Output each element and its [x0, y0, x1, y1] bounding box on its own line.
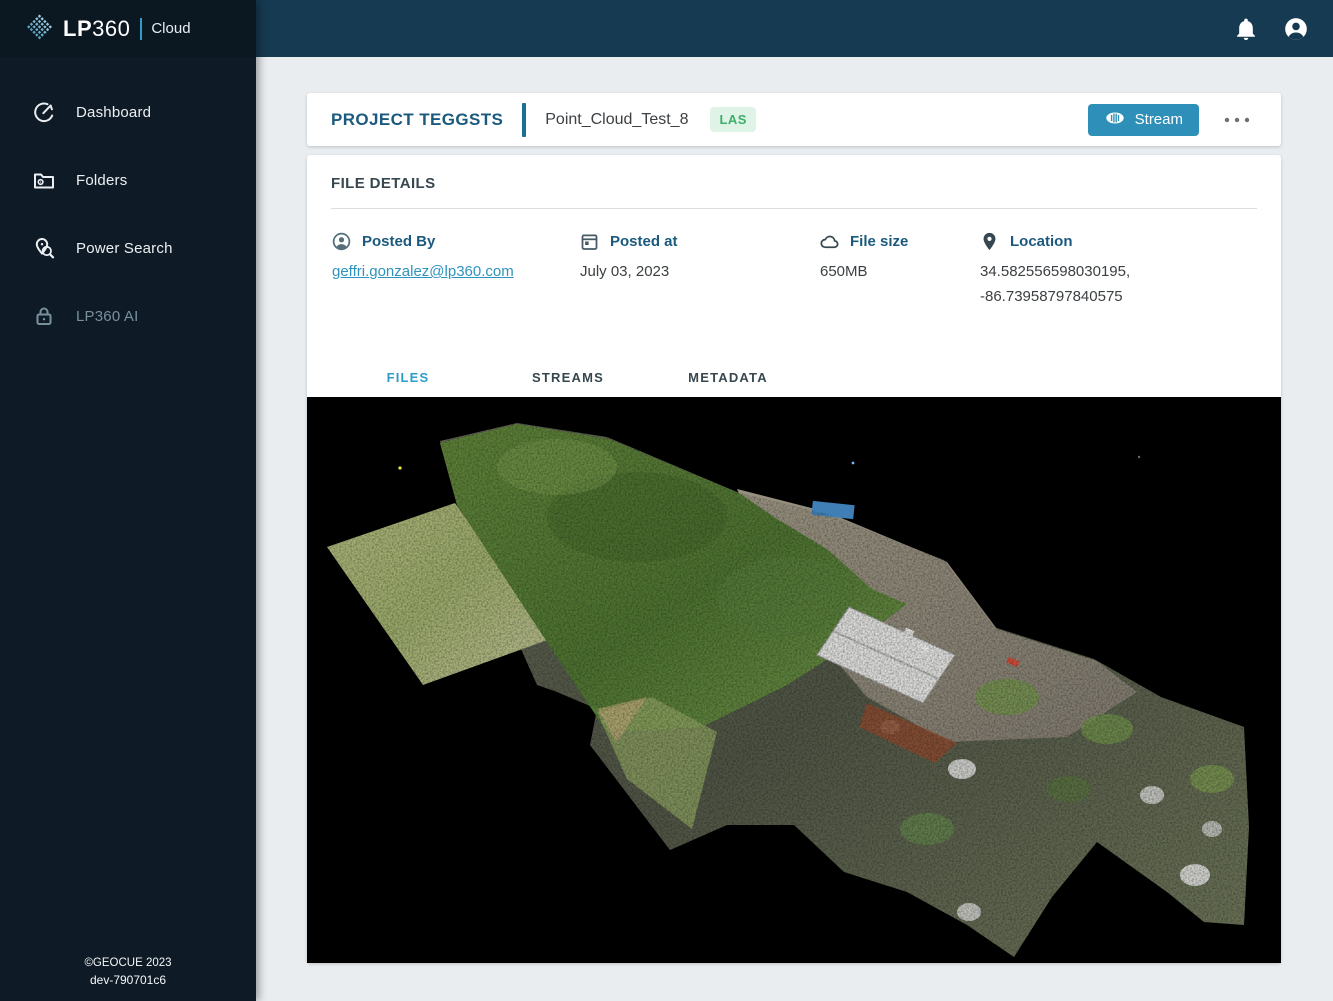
file-details-card: FILE DETAILS	[307, 155, 1281, 963]
project-breadcrumb[interactable]: PROJECT TEGGSTS	[331, 110, 503, 130]
file-details-fields: Posted By geffri.gonzalez@lp360.com	[331, 231, 1257, 331]
location-lon: -86.73958797840575	[980, 288, 1257, 305]
stream-eye-icon	[1104, 107, 1126, 133]
section-divider	[331, 208, 1257, 209]
copyright-text: ©GEOCUE 2023	[0, 957, 256, 969]
main-area: PROJECT TEGGSTS Point_Cloud_Test_8 LAS	[256, 0, 1333, 1001]
field-posted-at: Posted at July 03, 2023	[579, 231, 819, 331]
file-type-badge: LAS	[710, 107, 756, 132]
posted-at-value: July 03, 2023	[579, 263, 819, 280]
brand-bold: LP	[63, 16, 92, 41]
calendar-icon	[579, 231, 600, 252]
location-value: 34.582556598030195, -86.73958797840575	[979, 263, 1257, 305]
stream-button[interactable]: Stream	[1088, 104, 1199, 136]
file-size-value: 650MB	[819, 263, 979, 280]
field-label: Posted By	[362, 233, 435, 250]
brand-product: Cloud	[151, 20, 190, 37]
header-divider	[522, 103, 526, 137]
topbar	[256, 0, 1333, 57]
build-version-text: dev-790701c6	[0, 973, 256, 987]
pin-search-icon	[32, 236, 56, 260]
location-pin-icon	[979, 231, 1000, 252]
brand-logo[interactable]: LP360 Cloud	[0, 0, 256, 57]
sidebar-item-lp360-ai[interactable]: LP360 AI	[0, 282, 256, 350]
field-posted-by: Posted By geffri.gonzalez@lp360.com	[331, 231, 579, 331]
sidebar-item-label: Folders	[76, 172, 127, 189]
tab-files[interactable]: FILES	[328, 357, 488, 397]
field-label: Location	[1010, 233, 1073, 250]
sidebar-item-dashboard[interactable]: Dashboard	[0, 78, 256, 146]
file-details-title: FILE DETAILS	[331, 175, 1257, 192]
field-location: Location 34.582556598030195, -86.7395879…	[979, 231, 1257, 331]
sidebar-item-label: Power Search	[76, 240, 173, 257]
lock-icon	[32, 304, 56, 328]
tab-metadata[interactable]: METADATA	[648, 357, 808, 397]
file-header-card: PROJECT TEGGSTS Point_Cloud_Test_8 LAS	[307, 93, 1281, 146]
field-label: File size	[850, 233, 908, 250]
sidebar-item-label: LP360 AI	[76, 308, 139, 325]
tab-streams[interactable]: STREAMS	[488, 357, 648, 397]
sidebar-item-label: Dashboard	[76, 104, 151, 121]
folder-icon	[32, 168, 56, 192]
point-cloud-viewer[interactable]	[307, 397, 1281, 963]
location-lat: 34.582556598030195,	[980, 263, 1257, 280]
sidebar-item-power-search[interactable]: Power Search	[0, 214, 256, 282]
brand-light: 360	[92, 16, 130, 41]
cloud-icon	[819, 231, 840, 252]
notifications-bell-icon[interactable]	[1233, 16, 1259, 42]
ellipsis-icon	[1223, 116, 1251, 124]
content-scroll-area: PROJECT TEGGSTS Point_Cloud_Test_8 LAS	[256, 57, 1333, 1001]
sidebar: LP360 Cloud Dashboard Folders	[0, 0, 256, 1001]
account-icon[interactable]	[1283, 16, 1309, 42]
file-name: Point_Cloud_Test_8	[545, 111, 688, 129]
field-file-size: File size 650MB	[819, 231, 979, 331]
person-icon	[331, 231, 352, 252]
field-label: Posted at	[610, 233, 678, 250]
sidebar-footer: ©GEOCUE 2023 dev-790701c6	[0, 957, 256, 1001]
tab-bar: FILES STREAMS METADATA	[328, 357, 1257, 397]
lp360-diamond-icon	[26, 13, 53, 45]
stream-button-label: Stream	[1135, 111, 1183, 128]
dashboard-gauge-icon	[32, 100, 56, 124]
sidebar-item-folders[interactable]: Folders	[0, 146, 256, 214]
brand-wordmark: LP360 Cloud	[63, 16, 191, 42]
brand-divider	[140, 18, 142, 40]
sidebar-nav: Dashboard Folders Power Sea	[0, 57, 256, 350]
more-options-button[interactable]	[1217, 104, 1257, 136]
posted-by-email-link[interactable]: geffri.gonzalez@lp360.com	[331, 263, 514, 280]
